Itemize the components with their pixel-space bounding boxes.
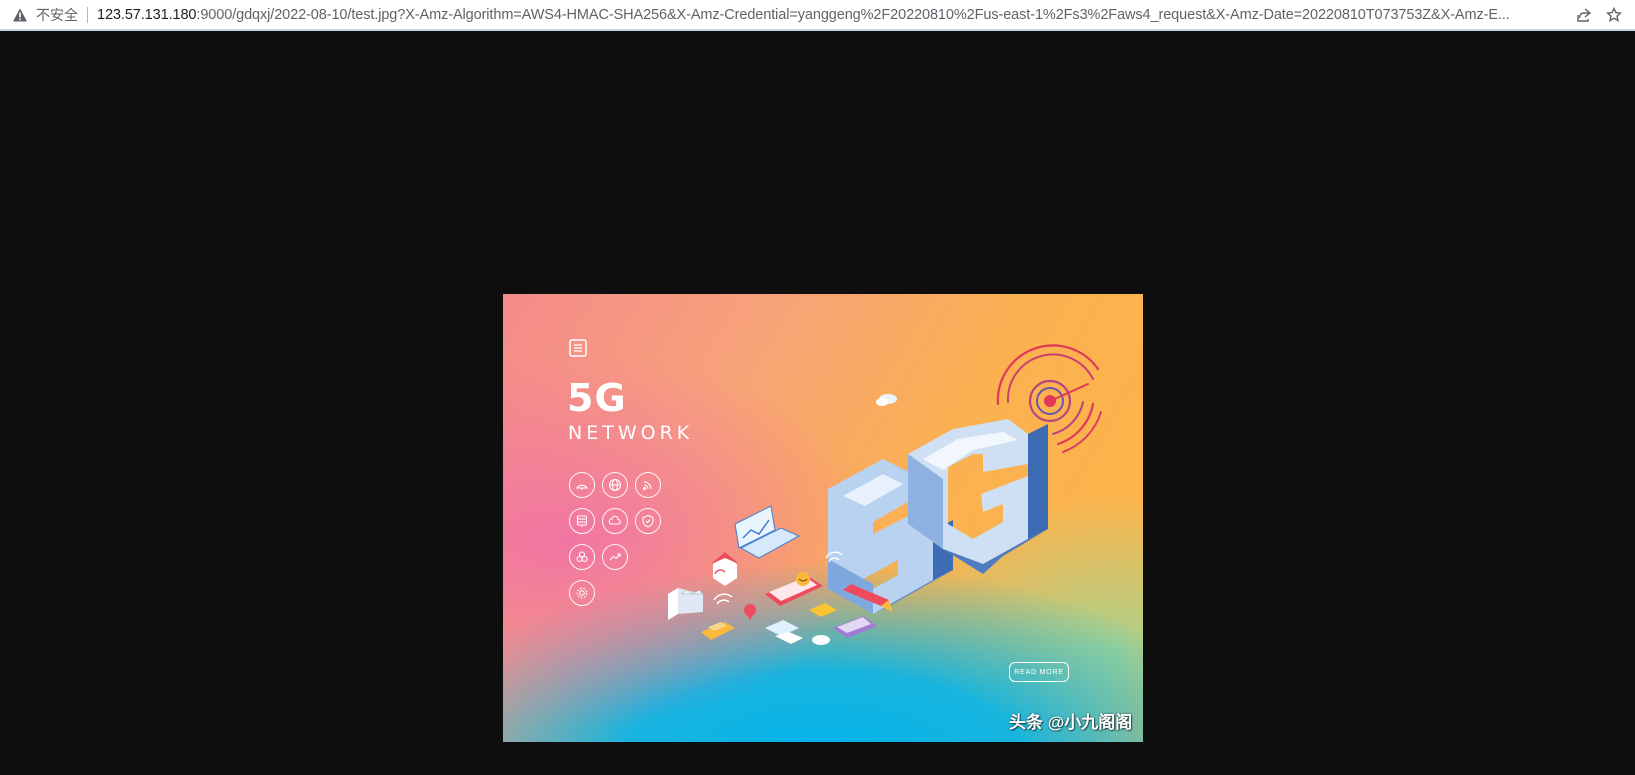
security-status-label[interactable]: 不安全 (36, 5, 78, 25)
url-host: 123.57.131.180 (97, 6, 197, 23)
share-icon[interactable] (1573, 4, 1595, 26)
network-nodes-icon (569, 544, 595, 570)
displayed-image: 5G NETWORK READ MORE 头条 @小九阁阁 (503, 294, 1143, 742)
wifi-signal-icon (635, 472, 661, 498)
5g-3d-letters (828, 419, 1048, 614)
warning-icon[interactable] (12, 7, 28, 23)
read-more-button: READ MORE (1009, 662, 1069, 682)
trend-chart-icon (602, 544, 628, 570)
url-field[interactable]: 123.57.131.180:9000/gdqxj/2022-08-10/tes… (97, 7, 1565, 23)
shield-icon (635, 508, 661, 534)
bookmark-star-icon[interactable] (1603, 4, 1625, 26)
image-title: 5G (567, 376, 627, 420)
address-bar[interactable]: 不安全 123.57.131.180:9000/gdqxj/2022-08-10… (0, 0, 1635, 31)
image-subtitle: NETWORK (568, 422, 694, 444)
globe-icon (602, 472, 628, 498)
divider (87, 6, 88, 23)
cloud-icon (876, 394, 897, 406)
cloud-outline-icon (602, 508, 628, 534)
server-icon (569, 508, 595, 534)
url-path: :9000/gdqxj/2022-08-10/test.jpg?X-Amz-Al… (196, 6, 1510, 23)
satellite-dish-icon (569, 472, 595, 498)
document-icon (569, 339, 587, 357)
gear-icon (569, 580, 595, 606)
watermark: 头条 @小九阁阁 (1009, 713, 1133, 732)
